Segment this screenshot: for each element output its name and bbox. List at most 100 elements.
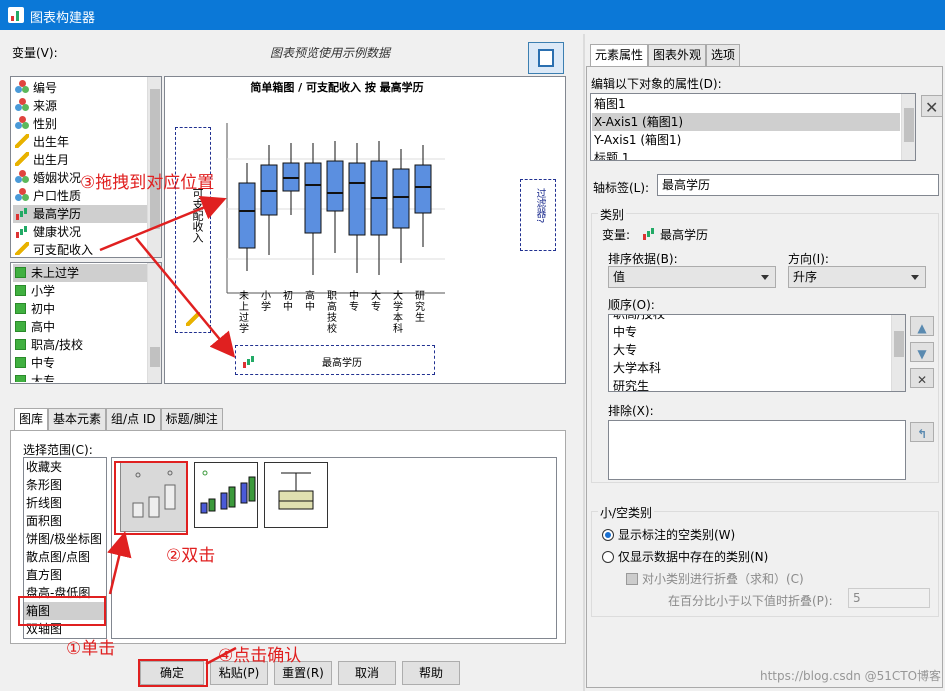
chart-type-item[interactable]: 收藏夹: [24, 458, 106, 476]
watermark: https://blog.csdn @51CTO博客: [760, 669, 942, 683]
x-axis-dropzone[interactable]: 最高学历: [235, 345, 435, 375]
annotation-click-box: [18, 596, 106, 626]
axis-label-input[interactable]: 最高学历: [657, 174, 939, 196]
category-item[interactable]: 大专: [13, 372, 147, 382]
percent-input[interactable]: 5: [848, 588, 930, 608]
object-item[interactable]: Y-Axis1 (箱图1): [592, 131, 900, 149]
object-list-scrollbar[interactable]: [901, 94, 915, 160]
category-icon: [15, 303, 26, 314]
order-item[interactable]: 职高/技校: [611, 315, 889, 323]
object-item[interactable]: X-Axis1 (箱图1): [592, 113, 900, 131]
object-list[interactable]: 箱图1 X-Axis1 (箱图1) Y-Axis1 (箱图1) 标题 1: [590, 93, 916, 161]
scale-variable-icon: [186, 312, 200, 326]
move-down-button[interactable]: ▼: [910, 342, 934, 362]
move-up-button[interactable]: ▲: [910, 316, 934, 336]
collapse-checkbox[interactable]: 对小类别进行折叠（求和）(C): [626, 570, 804, 587]
direction-dropdown[interactable]: 升序: [788, 266, 926, 288]
chevron-down-icon: [761, 275, 769, 280]
order-label: 大专: [613, 343, 638, 357]
scroll-thumb[interactable]: [150, 347, 160, 367]
variable-item[interactable]: 来源: [13, 97, 147, 115]
order-item[interactable]: 研究生: [611, 377, 889, 392]
order-label: 研究生: [613, 379, 650, 392]
variable-item[interactable]: 性别: [13, 115, 147, 133]
exclude-button[interactable]: ✕: [910, 368, 934, 388]
annotation-drag-text: ③拖拽到对应位置: [80, 173, 215, 193]
scale-variable-icon: [15, 134, 29, 148]
scroll-thumb[interactable]: [150, 89, 160, 229]
right-tabs: 元素属性 图表外观 选项: [590, 44, 741, 66]
order-list[interactable]: 职高/技校 中专大专大学本科研究生: [608, 314, 906, 392]
category-item[interactable]: 未上过学: [13, 264, 147, 282]
sort-by-dropdown[interactable]: 值: [608, 266, 776, 288]
show-empty-radio[interactable]: 显示标注的空类别(W): [602, 526, 735, 543]
tab-options[interactable]: 选项: [706, 44, 741, 66]
ordinal-variable-icon: [642, 226, 656, 240]
chart-type-item[interactable]: 直方图: [24, 566, 106, 584]
scroll-thumb[interactable]: [894, 331, 904, 357]
category-list[interactable]: 未上过学 小学 初中 高中 职高/技校中专大专: [10, 262, 162, 384]
chart-preview-canvas[interactable]: 简单箱图 / 可支配收入 按 最高学历 可支配收入 未上过学 小学 初中 高中 职高技校…: [164, 76, 566, 384]
tab-element-properties[interactable]: 元素属性: [590, 44, 649, 66]
variable-item[interactable]: 可支配收入: [13, 241, 147, 255]
category-label: 中专: [31, 356, 56, 370]
variable-item[interactable]: 出生月: [13, 151, 147, 169]
chart-type-item[interactable]: 散点图/点图: [24, 548, 106, 566]
filter-dropzone[interactable]: 过滤器?: [520, 179, 556, 251]
tab-titles-footnotes[interactable]: 标题/脚注: [160, 408, 223, 430]
variable-list-scrollbar[interactable]: [147, 77, 161, 257]
category-item[interactable]: 小学: [13, 282, 147, 300]
close-icon: ✕: [925, 98, 939, 117]
only-data-radio[interactable]: 仅显示数据中存在的类别(N): [602, 548, 768, 565]
tab-chart-appearance[interactable]: 图表外观: [648, 44, 707, 66]
x-category-label: 大专: [371, 291, 381, 313]
variable-label: 编号: [33, 81, 58, 95]
category-list-scrollbar[interactable]: [147, 263, 161, 383]
x-category-label: 中专: [349, 291, 359, 313]
tab-gallery[interactable]: 图库: [14, 408, 49, 430]
tab-groups-point-id[interactable]: 组/点 ID: [106, 408, 161, 430]
variable-item[interactable]: 编号: [13, 79, 147, 97]
x-category-label: 高中: [305, 291, 315, 313]
category-item[interactable]: 职高/技校: [13, 336, 147, 354]
tab-basic-elements[interactable]: 基本元素: [48, 408, 107, 430]
order-item[interactable]: 中专: [611, 323, 889, 341]
category-item[interactable]: 初中: [13, 300, 147, 318]
category-item[interactable]: 高中: [13, 318, 147, 336]
order-list-scrollbar[interactable]: [891, 315, 905, 391]
order-item[interactable]: 大学本科: [611, 359, 889, 377]
restore-button[interactable]: ↰: [910, 422, 934, 442]
variable-label: 出生年: [33, 135, 70, 149]
chart-type-item[interactable]: 饼图/极坐标图: [24, 530, 106, 548]
help-button[interactable]: 帮助: [402, 661, 460, 685]
exclude-list[interactable]: [608, 420, 906, 480]
y-axis-dropzone[interactable]: 可支配收入: [175, 127, 211, 333]
x-category-label: 小学: [261, 291, 271, 313]
annotation-click-text: ①单击: [66, 639, 116, 659]
category-icon: [15, 357, 26, 368]
order-label: 大学本科: [613, 361, 662, 375]
chart-type-item[interactable]: 面积图: [24, 512, 106, 530]
one-d-boxplot-icon: [278, 472, 314, 510]
panel-divider[interactable]: [583, 34, 585, 691]
variable-list[interactable]: 编号 来源 性别 出生年 出生月 婚姻状况 户口性质 最高学历 健康状况 可支配收入: [10, 76, 162, 258]
variable-item[interactable]: 健康状况: [13, 223, 147, 241]
variable-item[interactable]: 最高学历: [13, 205, 147, 223]
one-d-boxplot-thumbnail[interactable]: [264, 462, 328, 528]
chart-type-item[interactable]: 条形图: [24, 476, 106, 494]
order-item[interactable]: 大专: [611, 341, 889, 359]
scroll-thumb[interactable]: [904, 108, 914, 142]
variable-properties-button[interactable]: [528, 42, 564, 74]
category-group-title: 类别: [598, 206, 627, 223]
percent-label: 在百分比小于以下值时折叠(P):: [668, 594, 833, 608]
delete-object-button[interactable]: ✕: [921, 95, 943, 117]
choose-from-label: 选择范围(C):: [23, 443, 93, 457]
variable-item[interactable]: 出生年: [13, 133, 147, 151]
clustered-boxplot-thumbnail[interactable]: [194, 462, 258, 528]
object-item[interactable]: 标题 1: [592, 149, 900, 160]
category-item[interactable]: 中专: [13, 354, 147, 372]
chart-type-label: 面积图: [26, 514, 63, 528]
chart-type-item[interactable]: 折线图: [24, 494, 106, 512]
object-item[interactable]: 箱图1: [592, 95, 900, 113]
cancel-button[interactable]: 取消: [338, 661, 396, 685]
